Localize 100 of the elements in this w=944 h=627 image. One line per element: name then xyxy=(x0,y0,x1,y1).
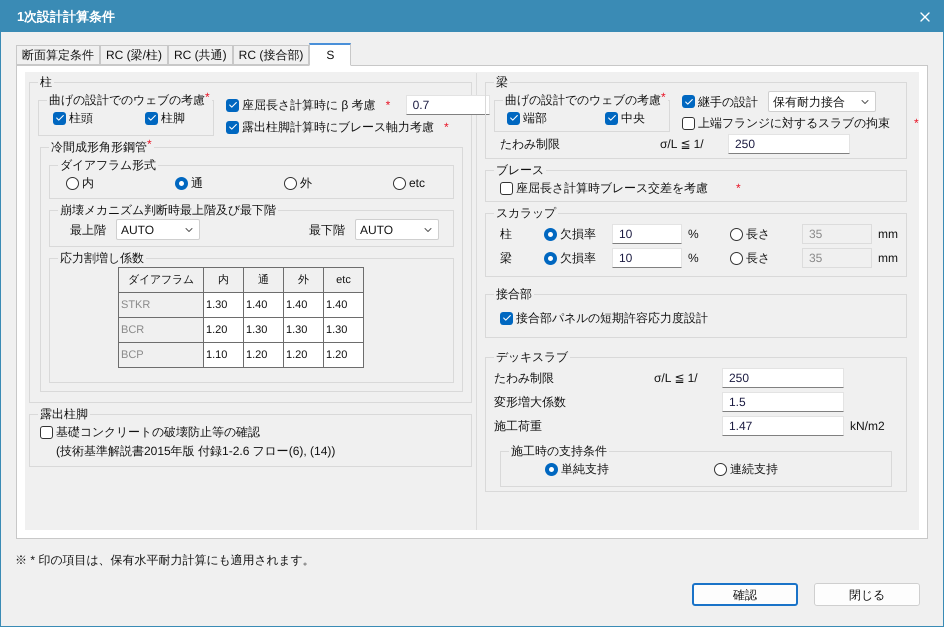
field-label: 梁 xyxy=(500,250,513,267)
table-cell: 1.30 xyxy=(284,318,324,342)
field-label: たわみ制限 xyxy=(500,136,561,153)
checkbox[interactable] xyxy=(507,112,520,124)
input-field[interactable]: 1.5 xyxy=(722,392,844,412)
input-field[interactable]: 250 xyxy=(728,134,850,154)
row-header: STKR xyxy=(118,292,204,318)
check-icon xyxy=(54,113,64,123)
table-cell: 1.30 xyxy=(244,318,284,342)
required-mark: * xyxy=(661,91,666,103)
radio-label: 欠損率 xyxy=(560,250,596,267)
radio-button[interactable] xyxy=(174,176,188,190)
radio-label: 欠損率 xyxy=(560,226,596,243)
input-field[interactable]: 250 xyxy=(722,368,844,388)
radio-button[interactable] xyxy=(392,176,406,190)
table-cell: 1.10 xyxy=(204,342,244,368)
tab[interactable]: S xyxy=(309,43,352,66)
checkbox[interactable] xyxy=(40,426,53,438)
table-cell: 1.20 xyxy=(244,342,284,368)
group-title: ブレース xyxy=(496,162,544,179)
row-header: BCR xyxy=(118,318,204,342)
dialog-button[interactable]: 確認 xyxy=(692,583,798,606)
check-icon xyxy=(228,122,238,132)
field-label: 施工荷重 xyxy=(494,418,543,435)
table-cell: 1.40 xyxy=(324,292,364,318)
input-field[interactable]: 10 xyxy=(612,248,682,268)
radio-label: 長さ xyxy=(746,250,770,267)
check-icon xyxy=(508,113,518,123)
column-header: 外 xyxy=(284,268,324,292)
checkbox-label: 柱頭 xyxy=(69,110,93,127)
required-mark: * xyxy=(914,117,919,129)
dropdown[interactable]: AUTO xyxy=(355,219,439,240)
tab[interactable]: RC (接合部) xyxy=(232,45,310,65)
group-title: 柱 xyxy=(40,74,52,91)
dropdown[interactable]: 保有耐力接合 xyxy=(768,91,876,112)
required-mark: * xyxy=(205,91,210,103)
checkbox-label: 継手の設計 xyxy=(698,94,758,110)
checkbox[interactable] xyxy=(682,116,695,130)
checkbox[interactable] xyxy=(226,98,239,112)
group-title: デッキスラブ xyxy=(496,349,568,366)
field-label: 最上階 xyxy=(70,222,106,238)
radio-label: 通 xyxy=(190,175,203,192)
table-cell: 1.30 xyxy=(324,318,364,342)
group-title: スカラップ xyxy=(496,205,556,222)
field-label: 最下階 xyxy=(309,222,345,238)
footnote: ※ * 印の項目は、保有水平耐力計算にも適用されます。 xyxy=(15,553,314,567)
group-title: ダイアフラム形式 xyxy=(60,157,156,174)
checkbox[interactable] xyxy=(682,95,695,108)
field-label: 変形増大係数 xyxy=(494,394,567,411)
group-title: 応力割増し係数 xyxy=(60,250,144,267)
checkbox[interactable] xyxy=(145,112,158,124)
column-header: 通 xyxy=(244,268,284,292)
required-mark: * xyxy=(386,99,390,111)
field-label: 柱 xyxy=(500,226,513,243)
checkbox-label: 座屈長さ計算時に β 考慮 xyxy=(242,97,376,114)
group-title: 崩壊メカニズム判断時最上階及び最下階 xyxy=(60,202,276,219)
radio-button[interactable] xyxy=(284,176,297,190)
radio-button[interactable] xyxy=(66,176,79,190)
column-header: ダイアフラム xyxy=(118,268,204,292)
dialog-button[interactable]: 閉じる xyxy=(814,583,920,606)
required-mark: * xyxy=(736,182,741,194)
input-field[interactable]: 10 xyxy=(612,224,682,244)
check-icon xyxy=(146,113,156,123)
radio-label: 連続支持 xyxy=(730,461,778,478)
required-mark: * xyxy=(147,138,152,150)
check-icon xyxy=(502,313,512,323)
unit-label: kN/m2 xyxy=(850,418,885,435)
radio-button[interactable] xyxy=(545,462,558,476)
checkbox[interactable] xyxy=(500,182,513,194)
formula-label: σ/L ≦ 1/ xyxy=(660,136,705,153)
table-cell: 1.40 xyxy=(284,292,324,318)
checkbox-label: 端部 xyxy=(523,110,547,127)
tab[interactable]: RC (共通) xyxy=(168,45,233,65)
group-title: 施工時の支持条件 xyxy=(511,443,607,460)
radio-label: etc xyxy=(408,175,425,192)
input-field[interactable]: 0.7 xyxy=(406,95,490,115)
checkbox[interactable] xyxy=(53,112,66,124)
radio-button[interactable] xyxy=(544,228,557,240)
input-field[interactable]: 1.47 xyxy=(722,416,844,436)
radio-label: 内 xyxy=(82,175,94,192)
group-title: 接合部 xyxy=(496,286,532,303)
radio-button[interactable] xyxy=(714,462,727,476)
checkbox[interactable] xyxy=(226,120,239,134)
unit-label: % xyxy=(688,226,699,243)
check-icon xyxy=(228,100,238,110)
radio-label: 外 xyxy=(300,175,312,192)
unit-label: mm xyxy=(878,250,898,267)
checkbox[interactable] xyxy=(605,112,618,124)
dropdown[interactable]: AUTO xyxy=(116,219,200,240)
field-label: たわみ制限 xyxy=(494,370,555,387)
window-title: 1次設計計算条件 xyxy=(17,8,116,26)
tab[interactable]: RC (梁/柱) xyxy=(100,45,168,65)
checkbox-label: 接合部パネルの短期許容応力度設計 xyxy=(516,310,708,327)
checkbox[interactable] xyxy=(500,312,513,324)
formula-label: σ/L ≦ 1/ xyxy=(654,370,698,387)
radio-label: 単純支持 xyxy=(561,461,609,478)
tab[interactable]: 断面算定条件 xyxy=(16,45,100,65)
radio-button[interactable] xyxy=(544,252,557,264)
group-title: 曲げの設計でのウェブの考慮 xyxy=(505,92,661,109)
checkbox-label: 上端フランジに対するスラブの拘束 xyxy=(698,115,890,132)
